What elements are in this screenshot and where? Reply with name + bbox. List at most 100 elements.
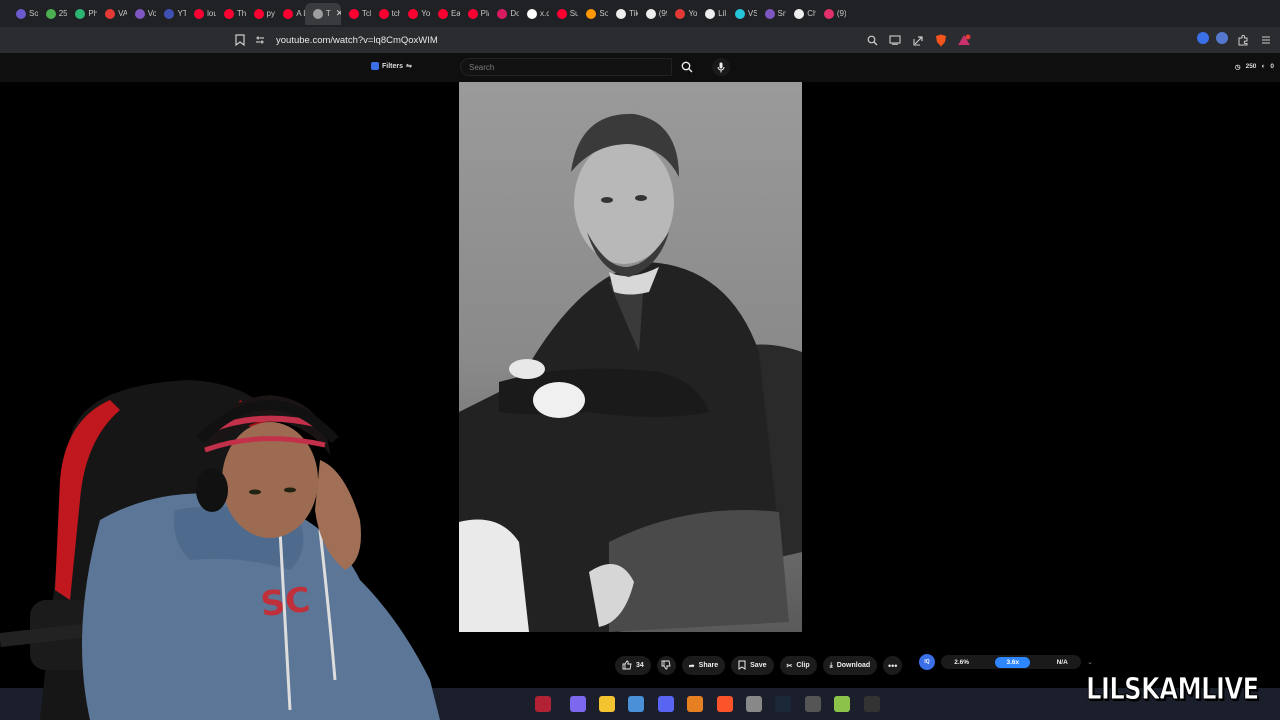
tab-favicon-icon <box>675 8 686 19</box>
tab-favicon-icon <box>223 8 234 19</box>
tab-label: (99 <box>658 9 668 18</box>
stat-percent[interactable]: 2.6% <box>954 659 969 666</box>
chrome-icon[interactable] <box>746 696 762 712</box>
clock-icon: ◷ <box>1234 64 1241 71</box>
browser-tab[interactable]: You <box>400 3 430 25</box>
flag-icon[interactable] <box>535 696 551 712</box>
browser-tab[interactable]: Sor <box>8 3 38 25</box>
keyboard-icon[interactable] <box>805 696 821 712</box>
copilot-icon[interactable] <box>570 696 586 712</box>
download-label: Download <box>836 662 871 669</box>
browser-tab[interactable]: Tch <box>341 3 371 25</box>
dislike-button[interactable] <box>656 656 676 675</box>
browser-tab[interactable]: Sno <box>757 3 787 25</box>
discord-icon[interactable] <box>658 696 674 712</box>
browser-tab[interactable]: Do <box>489 3 519 25</box>
browser-tab[interactable]: Ear <box>430 3 460 25</box>
tab-label: Tch <box>361 9 371 18</box>
start-icon[interactable] <box>391 696 407 712</box>
search-button[interactable] <box>672 58 702 76</box>
stat-na[interactable]: N/A <box>1057 659 1068 666</box>
search-input[interactable]: Search <box>460 58 672 76</box>
tab-favicon-icon <box>437 8 448 19</box>
video-actions: 34 ➦ Share Save ✂ Clip ⤓ Download ••• <box>615 656 903 675</box>
tab-favicon-icon <box>467 8 478 19</box>
browser-tab[interactable]: Tik <box>608 3 638 25</box>
file-explorer-icon[interactable] <box>599 696 615 712</box>
browser-tab[interactable]: Phe <box>67 3 97 25</box>
clip-button[interactable]: ✂ Clip <box>779 656 817 675</box>
tab-label: Che <box>807 9 816 18</box>
more-actions-button[interactable]: ••• <box>883 656 903 675</box>
stat-multiplier[interactable]: 3.6x <box>995 656 1031 668</box>
tab-favicon-icon <box>164 8 175 19</box>
browser-tab[interactable]: YT! <box>156 3 186 25</box>
browser-tab[interactable]: A L <box>275 3 305 25</box>
brave-shield-icon[interactable] <box>933 32 949 48</box>
tab-label: pyc <box>266 9 276 18</box>
counter-divider-icon: ◐ <box>1261 63 1266 70</box>
youtube-header: Filters ⇋ Search ◷ 250 ◐ 0 <box>0 53 1280 82</box>
browser-tab[interactable]: T ✕ <box>304 2 341 25</box>
browser-tab[interactable]: lou <box>186 3 216 25</box>
bookmark-icon[interactable] <box>232 32 248 48</box>
download-button[interactable]: ⤓ Download <box>822 656 878 675</box>
filter-extension-icon <box>371 62 379 70</box>
cast-icon[interactable] <box>887 32 903 48</box>
4k-app-icon[interactable] <box>864 696 880 712</box>
tab-label: Sui <box>569 9 579 18</box>
browser-tab[interactable]: 25 <box>38 3 67 25</box>
browser-tab[interactable]: Sui <box>549 3 579 25</box>
save-label: Save <box>750 662 767 669</box>
browser-tab[interactable]: (9) <box>816 3 846 25</box>
share-icon[interactable] <box>910 32 926 48</box>
chevron-down-icon[interactable]: ⌄ <box>1087 658 1093 666</box>
url-text[interactable]: youtube.com/watch?v=lq8CmQoxWIM <box>276 35 438 46</box>
browser-tab[interactable]: VAI <box>97 3 127 25</box>
counter-right: 0 <box>1270 63 1274 70</box>
share-button[interactable]: ➦ Share <box>681 656 726 675</box>
browser-tab[interactable]: x.cc <box>519 3 549 25</box>
store-icon[interactable] <box>628 696 644 712</box>
layers-icon[interactable] <box>834 696 850 712</box>
iq-badge[interactable]: IQ <box>919 654 935 670</box>
browser-tab[interactable]: You <box>667 3 697 25</box>
browser-tab[interactable]: tch <box>371 3 400 25</box>
search-placeholder: Search <box>469 63 495 72</box>
browser-tab[interactable]: The <box>216 3 246 25</box>
tab-favicon-icon <box>556 8 567 19</box>
browser-tab[interactable]: VST <box>727 3 757 25</box>
address-bar[interactable]: youtube.com/watch?v=lq8CmQoxWIM <box>252 30 972 50</box>
tab-label: A L <box>296 9 305 18</box>
extension-icon[interactable] <box>1197 32 1209 44</box>
tab-favicon-icon <box>823 8 834 19</box>
browser-tab[interactable]: Voi <box>127 3 156 25</box>
rewards-icon[interactable] <box>956 32 972 48</box>
extension-stats: IQ 2.6% 3.6x N/A ⌄ <box>919 654 1093 670</box>
filters-button[interactable]: Filters ⇋ <box>371 62 412 70</box>
steam-icon[interactable] <box>775 696 791 712</box>
brave-browser-icon[interactable] <box>717 696 733 712</box>
tab-label: Phe <box>88 9 98 18</box>
tab-favicon-icon <box>283 8 294 19</box>
tab-label: Sno <box>777 9 787 18</box>
browser-tab[interactable]: pyc <box>246 3 276 25</box>
browser-tab[interactable]: Lil S <box>697 3 727 25</box>
menu-icon[interactable] <box>1258 32 1274 48</box>
voice-search-button[interactable] <box>712 58 730 76</box>
extension-icon[interactable] <box>1216 32 1228 44</box>
like-count: 34 <box>636 662 644 669</box>
browser-tab[interactable]: Soi <box>578 3 608 25</box>
browser-tab[interactable]: Pla <box>460 3 489 25</box>
browser-tab[interactable]: (99 <box>638 3 668 25</box>
zoom-icon[interactable] <box>864 32 880 48</box>
like-button[interactable]: 34 <box>615 656 651 675</box>
counter-left: 250 <box>1245 63 1257 70</box>
site-info-icon[interactable] <box>252 32 268 48</box>
save-button[interactable]: Save <box>731 656 774 675</box>
tab-favicon-icon <box>16 8 26 19</box>
shield-app-icon[interactable] <box>687 696 703 712</box>
extensions-puzzle-icon[interactable] <box>1235 32 1251 48</box>
browser-tab[interactable]: Che <box>786 3 816 25</box>
tab-favicon-icon <box>194 8 205 19</box>
